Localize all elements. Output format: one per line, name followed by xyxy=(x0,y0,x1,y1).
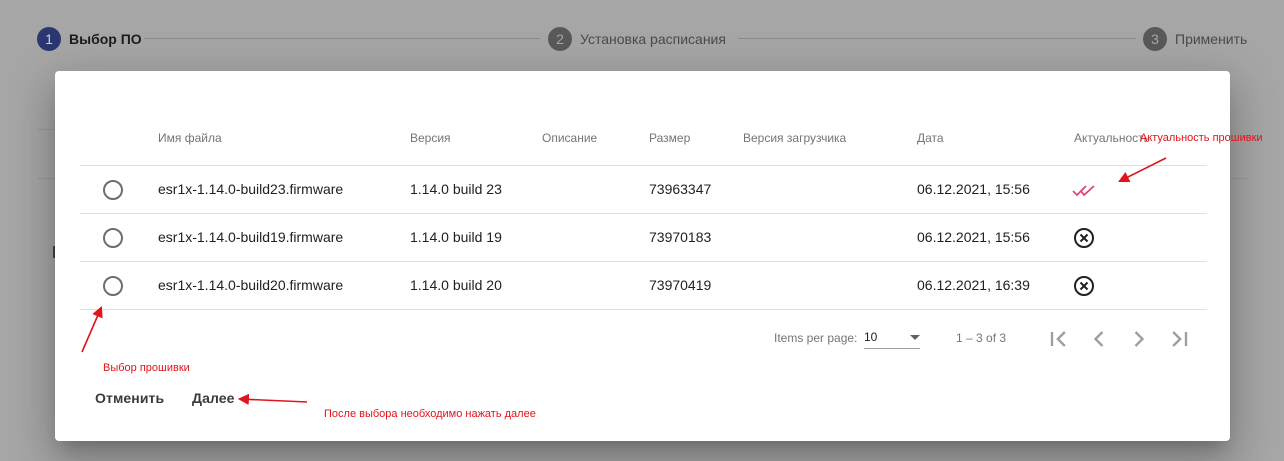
annotation-select: Выбор прошивки xyxy=(103,362,190,374)
column-header-size[interactable]: Размер xyxy=(649,131,690,145)
firmware-radio[interactable] xyxy=(103,276,123,296)
double-check-icon xyxy=(1072,185,1095,197)
stepper: 1 Выбор ПО 2 Установка расписания 3 Прим… xyxy=(0,0,1284,76)
firmware-radio[interactable] xyxy=(103,228,123,248)
column-header-filename[interactable]: Имя файла xyxy=(158,131,222,145)
annotation-actuality: Актуальность прошивки xyxy=(1140,132,1263,144)
page-range-label: 1 – 3 of 3 xyxy=(956,331,1007,345)
first-page-icon[interactable] xyxy=(1045,325,1073,353)
cell-size: 73970183 xyxy=(649,229,712,245)
annotation-after-select: После выбора необходимо нажать далее xyxy=(324,408,536,420)
cell-size: 73970419 xyxy=(649,277,712,293)
next-button[interactable]: Далее xyxy=(192,390,235,406)
step-select-firmware[interactable]: 1 Выбор ПО xyxy=(37,27,142,51)
column-header-bootloader[interactable]: Версия загрузчика xyxy=(743,131,846,145)
table-row[interactable]: esr1x-1.14.0-build20.firmware 1.14.0 bui… xyxy=(80,262,1207,310)
paginator: Items per page: 10 1 – 3 of 3 xyxy=(55,319,1230,359)
column-header-actuality[interactable]: Актуальность xyxy=(1074,131,1150,145)
cell-filename: esr1x-1.14.0-build20.firmware xyxy=(158,277,344,293)
step-label: Установка расписания xyxy=(580,31,726,47)
firmware-table: Имя файла Версия Описание Размер Версия … xyxy=(80,118,1207,310)
cell-date: 06.12.2021, 15:56 xyxy=(917,181,1030,197)
items-per-page-label: Items per page: xyxy=(774,331,858,345)
background-divider xyxy=(37,129,55,130)
cell-version: 1.14.0 build 19 xyxy=(410,229,502,245)
step-schedule[interactable]: 2 Установка расписания xyxy=(548,27,726,51)
step-label: Применить xyxy=(1175,31,1248,47)
column-header-date[interactable]: Дата xyxy=(917,131,944,145)
last-page-icon[interactable] xyxy=(1165,325,1193,353)
step-number: 3 xyxy=(1143,27,1167,51)
cancel-button[interactable]: Отменить xyxy=(95,390,164,406)
table-header-row: Имя файла Версия Описание Размер Версия … xyxy=(80,118,1207,166)
step-label: Выбор ПО xyxy=(69,31,142,47)
next-page-icon[interactable] xyxy=(1125,325,1153,353)
cell-filename: esr1x-1.14.0-build23.firmware xyxy=(158,181,344,197)
cell-date: 06.12.2021, 15:56 xyxy=(917,229,1030,245)
page-size-select[interactable]: 10 xyxy=(864,325,920,349)
cancel-circle-icon xyxy=(1074,276,1094,296)
column-header-version[interactable]: Версия xyxy=(410,131,451,145)
firmware-radio[interactable] xyxy=(103,180,123,200)
firmware-select-dialog: Имя файла Версия Описание Размер Версия … xyxy=(55,71,1230,441)
stepper-connector xyxy=(144,38,540,39)
cell-size: 73963347 xyxy=(649,181,712,197)
page-size-value: 10 xyxy=(864,330,878,344)
stepper-connector xyxy=(738,38,1136,39)
cell-filename: esr1x-1.14.0-build19.firmware xyxy=(158,229,344,245)
cell-date: 06.12.2021, 16:39 xyxy=(917,277,1030,293)
previous-page-icon[interactable] xyxy=(1085,325,1113,353)
column-header-description[interactable]: Описание xyxy=(542,131,597,145)
cancel-circle-icon xyxy=(1074,228,1094,248)
step-number: 1 xyxy=(37,27,61,51)
cell-version: 1.14.0 build 20 xyxy=(410,277,502,293)
table-row[interactable]: esr1x-1.14.0-build23.firmware 1.14.0 bui… xyxy=(80,166,1207,214)
step-apply[interactable]: 3 Применить xyxy=(1143,27,1247,51)
background-divider xyxy=(37,178,55,179)
table-row[interactable]: esr1x-1.14.0-build19.firmware 1.14.0 bui… xyxy=(80,214,1207,262)
background-divider xyxy=(1230,178,1248,179)
cell-version: 1.14.0 build 23 xyxy=(410,181,502,197)
step-number: 2 xyxy=(548,27,572,51)
chevron-down-icon xyxy=(910,335,920,340)
